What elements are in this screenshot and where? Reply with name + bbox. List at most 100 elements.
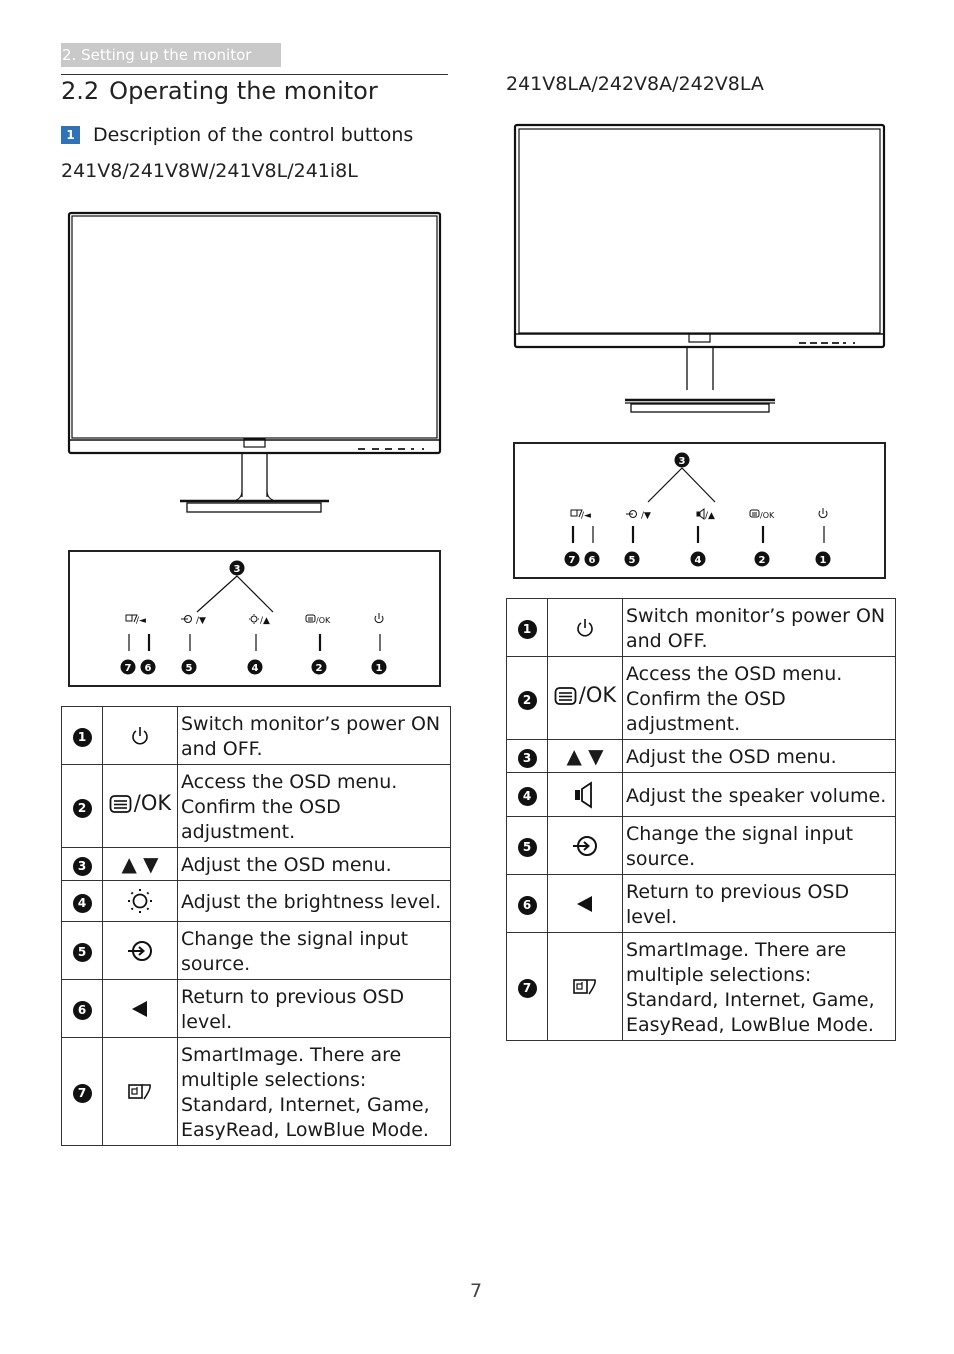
row-description: SmartImage. There are multiple selection… — [177, 1037, 451, 1146]
table-row: 5 Change the signal input source. — [61, 921, 451, 980]
callout-2: 2 — [754, 551, 770, 567]
row-description: Change the signal input source. — [622, 816, 896, 875]
table-row: 3 ▲ ▼ Adjust the OSD menu. — [506, 739, 896, 773]
table-row: 3 ▲ ▼ Adjust the OSD menu. — [61, 847, 451, 881]
menu-ok-icon: /OK — [554, 683, 616, 708]
row-number: 6 — [72, 1001, 92, 1020]
row-description: Access the OSD menu. Confirm the OSD adj… — [177, 764, 451, 848]
monitor-screen — [518, 128, 881, 334]
row-number: 7 — [517, 979, 537, 998]
up-down-arrows-icon: ▲ ▼ — [547, 739, 623, 773]
callout-4: 4 — [690, 551, 706, 567]
row-description: Adjust the brightness level. — [177, 880, 451, 922]
row-number: 5 — [517, 838, 537, 857]
row-number: 6 — [517, 896, 537, 915]
panel-label-back: /◄ — [581, 511, 591, 521]
table-row: 4 Adjust the speaker volume. — [506, 772, 896, 817]
callout-6: 6 — [140, 659, 156, 675]
row-number: 7 — [72, 1084, 92, 1103]
speaker-icon — [696, 508, 705, 520]
table-row: 1 Switch monitor’s power ON and OFF. — [61, 706, 451, 765]
power-icon — [818, 508, 828, 519]
row-number: 4 — [72, 893, 92, 913]
left-triangle-icon — [577, 895, 592, 912]
input-source-icon — [128, 940, 152, 961]
panel-diagram: 3 7 6 5 4 2 1 /◄ /▼ /▲ /OK — [564, 452, 831, 567]
panel-label-ok: /OK — [760, 511, 775, 520]
row-description: Return to previous OSD level. — [177, 979, 451, 1038]
row-description: Change the signal input source. — [177, 921, 451, 980]
step-badge: 1 — [61, 126, 80, 144]
svg-text:2: 2 — [316, 663, 323, 674]
callout-7: 7 — [564, 551, 580, 567]
row-description: Switch monitor’s power ON and OFF. — [177, 706, 451, 765]
panel-label-down: /▼ — [641, 511, 651, 521]
callout-4: 4 — [247, 659, 263, 675]
callout-3: 3 — [674, 452, 690, 468]
row-number: 3 — [517, 748, 537, 768]
input-source-icon — [181, 615, 192, 623]
input-source-icon — [573, 835, 597, 856]
left-triangle-icon — [132, 1000, 147, 1017]
svg-text:5: 5 — [629, 555, 636, 566]
monitor-screen — [71, 215, 438, 439]
callout-1: 1 — [371, 659, 387, 675]
row-number: 4 — [517, 787, 537, 806]
svg-text:1: 1 — [376, 663, 383, 674]
callout-7: 7 — [120, 659, 136, 675]
heading-rule — [61, 74, 448, 75]
callout-1: 1 — [815, 551, 831, 567]
button-panel-right: 3 7 6 5 4 2 1 /◄ /▼ /▲ /OK — [513, 442, 886, 579]
row-description: Adjust the OSD menu. — [622, 739, 896, 773]
row-description: Adjust the OSD menu. — [177, 847, 451, 881]
row-number: 2 — [517, 690, 537, 710]
up-down-arrows-icon: ▲ ▼ — [102, 847, 178, 881]
row-description: Return to previous OSD level. — [622, 874, 896, 933]
table-row: 6 Return to previous OSD level. — [506, 874, 896, 933]
row-number: 2 — [72, 798, 92, 818]
row-number: 3 — [72, 856, 92, 876]
table-row: 2 /OK Access the OSD menu. Confirm the O… — [61, 764, 451, 848]
step-title: Description of the control buttons — [93, 124, 414, 146]
svg-text:7: 7 — [569, 555, 576, 566]
svg-text:6: 6 — [145, 663, 152, 674]
model-list-right: 241V8LA/242V8A/242V8LA — [506, 73, 764, 95]
row-description: Access the OSD menu. Confirm the OSD adj… — [622, 656, 896, 740]
panel-diagram: 3 7 6 5 4 2 1 /◄ /▼ /▲ /OK — [120, 560, 387, 675]
table-row: 7 SmartImage. There are multiple selecti… — [506, 932, 896, 1041]
speaker-icon — [575, 780, 592, 809]
row-number: 5 — [72, 943, 92, 962]
button-panel-left: 3 7 6 5 4 2 1 /◄ /▼ /▲ /OK — [68, 550, 441, 687]
svg-text:4: 4 — [252, 663, 259, 674]
row-number: 1 — [517, 620, 537, 639]
brand-logo-plate — [688, 333, 711, 343]
svg-text:3: 3 — [679, 456, 686, 467]
row-description: Switch monitor’s power ON and OFF. — [622, 598, 896, 657]
table-row: 1 Switch monitor’s power ON and OFF. — [506, 598, 896, 657]
smartimage-icon — [573, 978, 596, 994]
power-icon — [577, 618, 593, 636]
callout-5: 5 — [181, 659, 197, 675]
svg-text:4: 4 — [695, 555, 702, 566]
bezel-buttons — [358, 448, 424, 450]
input-source-icon — [626, 510, 637, 518]
table-row: 5 Change the signal input source. — [506, 816, 896, 875]
step-heading: 1 Description of the control buttons — [61, 122, 413, 148]
svg-text:2: 2 — [759, 555, 766, 566]
controls-table-left: 1 Switch monitor’s power ON and OFF. 2 /… — [61, 706, 451, 1146]
table-row: 7 SmartImage. There are multiple selecti… — [61, 1037, 451, 1146]
panel-label-up: /▲ — [260, 616, 270, 626]
monitor-bezel — [513, 123, 886, 349]
brightness-icon — [128, 889, 152, 913]
table-row: 6 Return to previous OSD level. — [61, 979, 451, 1038]
menu-icon — [305, 614, 316, 623]
panel-label-up: /▲ — [705, 511, 715, 521]
monitor-illustration-right — [513, 123, 886, 413]
bezel-buttons — [799, 342, 855, 344]
controls-table-right: 1 Switch monitor’s power ON and OFF. 2 /… — [506, 598, 896, 1041]
row-number: 1 — [72, 728, 92, 747]
smartimage-icon — [128, 1083, 151, 1099]
callout-3: 3 — [229, 560, 245, 576]
callout-6: 6 — [584, 551, 600, 567]
power-icon — [132, 726, 148, 744]
